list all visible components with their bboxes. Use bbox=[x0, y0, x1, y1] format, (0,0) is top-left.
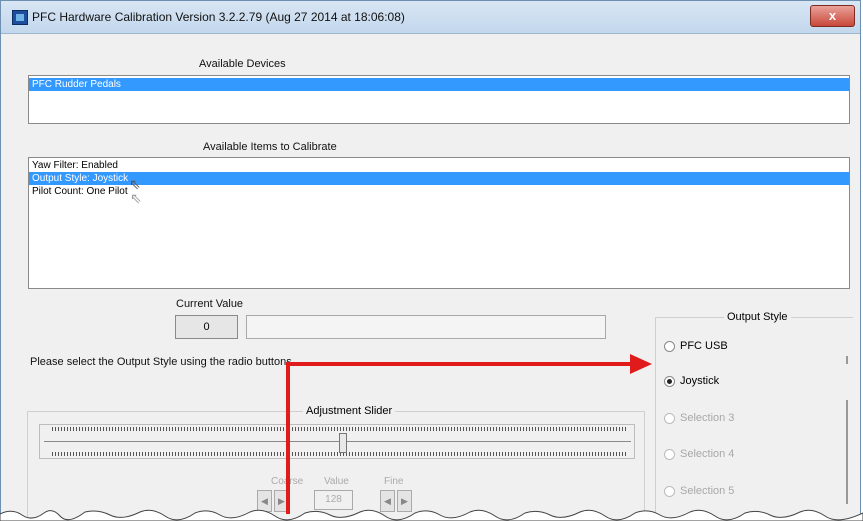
radio-label: Selection 5 bbox=[680, 485, 735, 497]
radio-selection-3[interactable]: Selection 3 bbox=[664, 411, 734, 425]
calibrate-item[interactable]: Yaw Filter: Enabled bbox=[29, 159, 849, 172]
device-item[interactable]: PFC Rudder Pedals bbox=[29, 78, 849, 91]
close-button[interactable]: x bbox=[810, 5, 855, 27]
radio-circle-icon bbox=[664, 412, 675, 424]
instruction-text: Please select the Output Style using the… bbox=[30, 356, 295, 368]
radio-circle-icon bbox=[664, 448, 675, 460]
slider-ticks-top bbox=[52, 427, 627, 431]
window-title: PFC Hardware Calibration Version 3.2.2.7… bbox=[32, 10, 405, 24]
annotation-arrowhead-icon bbox=[630, 354, 652, 374]
radio-joystick[interactable]: Joystick bbox=[664, 374, 719, 388]
fine-label: Fine bbox=[384, 476, 404, 487]
value-label: Value bbox=[324, 476, 349, 487]
available-items-label: Available Items to Calibrate bbox=[203, 141, 337, 153]
devices-listbox[interactable]: PFC Rudder Pedals bbox=[28, 75, 850, 124]
slider-track[interactable] bbox=[44, 441, 631, 442]
radio-circle-icon bbox=[664, 375, 675, 387]
calibrate-item[interactable]: Pilot Count: One Pilot bbox=[29, 185, 849, 198]
radio-label: Joystick bbox=[680, 375, 720, 387]
available-devices-label: Available Devices bbox=[199, 58, 286, 70]
output-style-title: Output Style bbox=[724, 311, 791, 323]
pfc-app-icon bbox=[12, 10, 28, 25]
current-value-label: Current Value bbox=[176, 298, 244, 310]
annotation-arrow-shaft bbox=[286, 362, 632, 366]
radio-label: PFC USB bbox=[680, 340, 728, 352]
current-value-field bbox=[246, 315, 606, 339]
radio-pfc-usb[interactable]: PFC USB bbox=[664, 339, 728, 353]
radio-selection-4[interactable]: Selection 4 bbox=[664, 447, 734, 461]
radio-circle-icon bbox=[664, 485, 675, 497]
annotation-arrow-stem bbox=[286, 364, 290, 514]
slider-thumb[interactable] bbox=[339, 433, 347, 453]
calibrate-item[interactable]: Output Style: Joystick bbox=[29, 172, 849, 185]
scroll-mark bbox=[846, 400, 848, 504]
title-bar[interactable]: PFC Hardware Calibration Version 3.2.2.7… bbox=[1, 1, 860, 34]
radio-label: Selection 4 bbox=[680, 448, 735, 460]
radio-selection-5[interactable]: Selection 5 bbox=[664, 484, 734, 498]
adjustment-slider-title: Adjustment Slider bbox=[303, 405, 396, 417]
radio-label: Selection 3 bbox=[680, 412, 735, 424]
radio-circle-icon bbox=[664, 340, 675, 352]
torn-edge bbox=[0, 509, 863, 521]
scroll-mark bbox=[846, 356, 848, 364]
current-value-button[interactable]: 0 bbox=[175, 315, 238, 339]
calibrate-listbox[interactable]: Yaw Filter: Enabled Output Style: Joysti… bbox=[28, 157, 850, 289]
mouse-pointer-icon: ⇖ bbox=[130, 190, 142, 206]
